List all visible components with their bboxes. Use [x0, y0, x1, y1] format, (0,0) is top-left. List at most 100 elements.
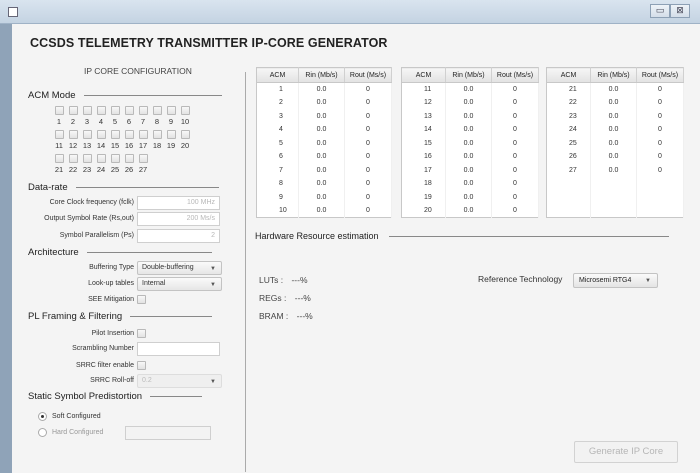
table-row[interactable]: 5 0.0 0: [256, 136, 392, 150]
table-row[interactable]: 9 0.0 0: [256, 190, 392, 204]
core-clock-input[interactable]: 100 MHz: [137, 196, 220, 210]
buffering-select[interactable]: Double-buffering ▼: [137, 261, 222, 275]
acm-checkbox[interactable]: [82, 106, 92, 115]
acm-checkbox[interactable]: [110, 130, 120, 139]
acm-checkbox[interactable]: [110, 106, 120, 115]
parallelism-input[interactable]: 2: [137, 229, 220, 243]
acm-checkbox[interactable]: [68, 106, 78, 115]
hard-configured-option[interactable]: Hard Configured: [38, 428, 103, 437]
acm-option[interactable]: 14: [94, 130, 108, 154]
soft-configured-option[interactable]: Soft Configured: [38, 412, 101, 421]
table-row[interactable]: 16 0.0 0: [401, 150, 539, 164]
acm-checkbox[interactable]: [54, 106, 64, 115]
see-mitigation-checkbox[interactable]: [137, 295, 146, 304]
acm-checkbox[interactable]: [82, 154, 92, 163]
table-row[interactable]: 24 0.0 0: [546, 123, 684, 137]
acm-option[interactable]: 25: [108, 154, 122, 178]
acm-option[interactable]: 3: [80, 106, 94, 130]
acm-option[interactable]: 11: [52, 130, 66, 154]
reference-technology-select[interactable]: Microsemi RTG4 ▼: [573, 273, 658, 288]
table-row[interactable]: 3 0.0 0: [256, 109, 392, 123]
acm-checkbox[interactable]: [138, 106, 148, 115]
table-row[interactable]: 19 0.0 0: [401, 190, 539, 204]
acm-option[interactable]: 1: [52, 106, 66, 130]
srrc-rolloff-select[interactable]: 0.2 ▼: [137, 374, 222, 388]
table-row[interactable]: 14 0.0 0: [401, 123, 539, 137]
srrc-enable-checkbox[interactable]: [137, 361, 146, 370]
acm-option[interactable]: 21: [52, 154, 66, 178]
output-rate-input[interactable]: 200 Ms/s: [137, 212, 220, 226]
acm-option[interactable]: 27: [136, 154, 150, 178]
acm-checkbox[interactable]: [152, 130, 162, 139]
table-row[interactable]: 7 0.0 0: [256, 163, 392, 177]
table-row[interactable]: 1 0.0 0: [256, 82, 392, 96]
acm-option[interactable]: 16: [122, 130, 136, 154]
acm-option[interactable]: 12: [66, 130, 80, 154]
lookup-select[interactable]: Internal ▼: [137, 277, 222, 291]
acm-checkbox[interactable]: [68, 130, 78, 139]
acm-option[interactable]: 6: [122, 106, 136, 130]
acm-checkbox[interactable]: [82, 130, 92, 139]
acm-checkbox[interactable]: [124, 154, 134, 163]
hard-configured-input[interactable]: [125, 426, 211, 440]
acm-checkbox[interactable]: [166, 106, 176, 115]
acm-option[interactable]: 15: [108, 130, 122, 154]
acm-checkbox[interactable]: [166, 130, 176, 139]
table-row[interactable]: 23 0.0 0: [546, 109, 684, 123]
table-row[interactable]: 22 0.0 0: [546, 96, 684, 110]
acm-checkbox[interactable]: [110, 154, 120, 163]
acm-checkbox[interactable]: [124, 106, 134, 115]
table-row[interactable]: 6 0.0 0: [256, 150, 392, 164]
table-row[interactable]: 13 0.0 0: [401, 109, 539, 123]
table-row[interactable]: 10 0.0 0: [256, 204, 392, 218]
pilot-insertion-checkbox[interactable]: [137, 329, 146, 338]
acm-checkbox[interactable]: [96, 106, 106, 115]
acm-option[interactable]: 10: [178, 106, 192, 130]
table-row[interactable]: 25 0.0 0: [546, 136, 684, 150]
acm-option[interactable]: 4: [94, 106, 108, 130]
table-row[interactable]: 11 0.0 0: [401, 82, 539, 96]
table-row[interactable]: 15 0.0 0: [401, 136, 539, 150]
acm-option[interactable]: 5: [108, 106, 122, 130]
acm-checkbox[interactable]: [54, 130, 64, 139]
table-row[interactable]: 18 0.0 0: [401, 177, 539, 191]
maximize-button[interactable]: ▭: [650, 4, 670, 18]
acm-option[interactable]: 18: [150, 130, 164, 154]
table-row[interactable]: 2 0.0 0: [256, 96, 392, 110]
table-row[interactable]: 8 0.0 0: [256, 177, 392, 191]
acm-checkbox[interactable]: [54, 154, 64, 163]
acm-option[interactable]: 23: [80, 154, 94, 178]
table-row[interactable]: 17 0.0 0: [401, 163, 539, 177]
table-row[interactable]: 20 0.0 0: [401, 204, 539, 218]
table-row[interactable]: 12 0.0 0: [401, 96, 539, 110]
acm-option[interactable]: 7: [136, 106, 150, 130]
acm-checkbox[interactable]: [180, 106, 190, 115]
hard-configured-radio[interactable]: [38, 428, 47, 437]
table-row[interactable]: 4 0.0 0: [256, 123, 392, 137]
table-row[interactable]: 27 0.0 0: [546, 163, 684, 177]
table-row[interactable]: 26 0.0 0: [546, 150, 684, 164]
acm-checkbox[interactable]: [180, 130, 190, 139]
acm-checkbox[interactable]: [68, 154, 78, 163]
acm-option[interactable]: 2: [66, 106, 80, 130]
soft-configured-radio[interactable]: [38, 412, 47, 421]
acm-option[interactable]: 20: [178, 130, 192, 154]
acm-checkbox[interactable]: [96, 130, 106, 139]
table-row[interactable]: 21 0.0 0: [546, 82, 684, 96]
acm-checkbox[interactable]: [138, 130, 148, 139]
acm-checkbox[interactable]: [138, 154, 148, 163]
acm-option[interactable]: 22: [66, 154, 80, 178]
acm-option[interactable]: 8: [150, 106, 164, 130]
generate-ip-core-button[interactable]: Generate IP Core: [574, 441, 678, 463]
acm-option[interactable]: 26: [122, 154, 136, 178]
acm-checkbox[interactable]: [96, 154, 106, 163]
scrambling-input[interactable]: [137, 342, 220, 356]
acm-option[interactable]: 19: [164, 130, 178, 154]
acm-checkbox[interactable]: [124, 130, 134, 139]
acm-option[interactable]: 13: [80, 130, 94, 154]
acm-option[interactable]: 24: [94, 154, 108, 178]
acm-checkbox[interactable]: [152, 106, 162, 115]
acm-option[interactable]: 17: [136, 130, 150, 154]
close-button[interactable]: ⊠: [670, 4, 690, 18]
acm-option[interactable]: 9: [164, 106, 178, 130]
